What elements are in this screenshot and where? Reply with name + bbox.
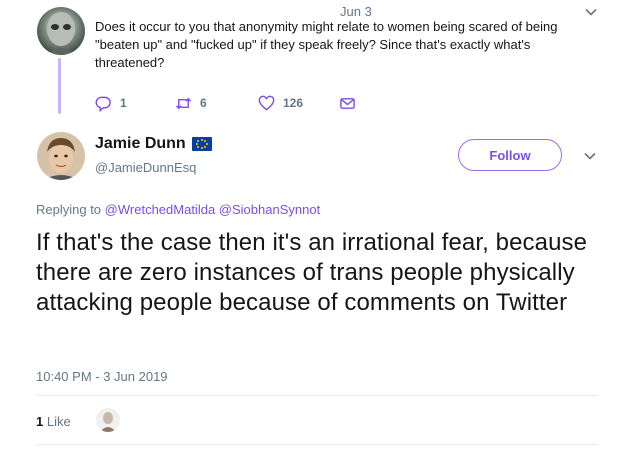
retweet-count: 6 (200, 96, 207, 110)
like-stats[interactable]: 1 Like (36, 414, 71, 429)
chevron-down-icon[interactable] (584, 5, 598, 19)
heart-icon (258, 95, 275, 111)
retweet-icon (175, 97, 192, 109)
eu-flag-icon (191, 137, 212, 151)
reply-icon (95, 96, 111, 112)
author-name-row[interactable]: Jamie Dunn (95, 135, 212, 153)
replying-to-line: Replying to @WretchedMatilda @SiobhanSyn… (36, 202, 320, 217)
author-avatar[interactable] (37, 132, 85, 180)
mention-link[interactable]: @SiobhanSynnot (219, 202, 320, 217)
like-stat-count: 1 (36, 414, 44, 429)
retweet-button[interactable]: 6 (175, 95, 207, 112)
tweet-timestamp[interactable]: 10:40 PM - 3 Jun 2019 (36, 369, 168, 384)
like-stat-label: Like (46, 414, 71, 429)
like-button[interactable]: 126 (258, 95, 303, 112)
reply-button[interactable]: 1 (95, 95, 127, 112)
parent-tweet-text: Does it occur to you that anonymity migh… (95, 19, 558, 70)
liker-avatar[interactable] (96, 408, 120, 432)
tweet-text: If that's the case then it's an irration… (36, 229, 588, 316)
parent-avatar[interactable] (37, 7, 85, 55)
divider (36, 444, 598, 445)
follow-button[interactable]: Follow (458, 139, 562, 171)
reply-count: 1 (120, 96, 127, 110)
envelope-icon (340, 97, 355, 109)
author-display-name[interactable]: Jamie Dunn (95, 135, 186, 153)
replying-prefix: Replying to (36, 202, 102, 217)
divider (36, 395, 598, 396)
parent-date[interactable]: Jun 3 (340, 4, 372, 19)
mention-link[interactable]: @WretchedMatilda (105, 202, 216, 217)
author-handle[interactable]: @JamieDunnEsq (95, 160, 196, 175)
thread-connector (58, 58, 61, 114)
like-count: 126 (283, 96, 304, 110)
chevron-down-icon[interactable] (583, 149, 597, 163)
direct-message-button[interactable] (339, 95, 364, 112)
